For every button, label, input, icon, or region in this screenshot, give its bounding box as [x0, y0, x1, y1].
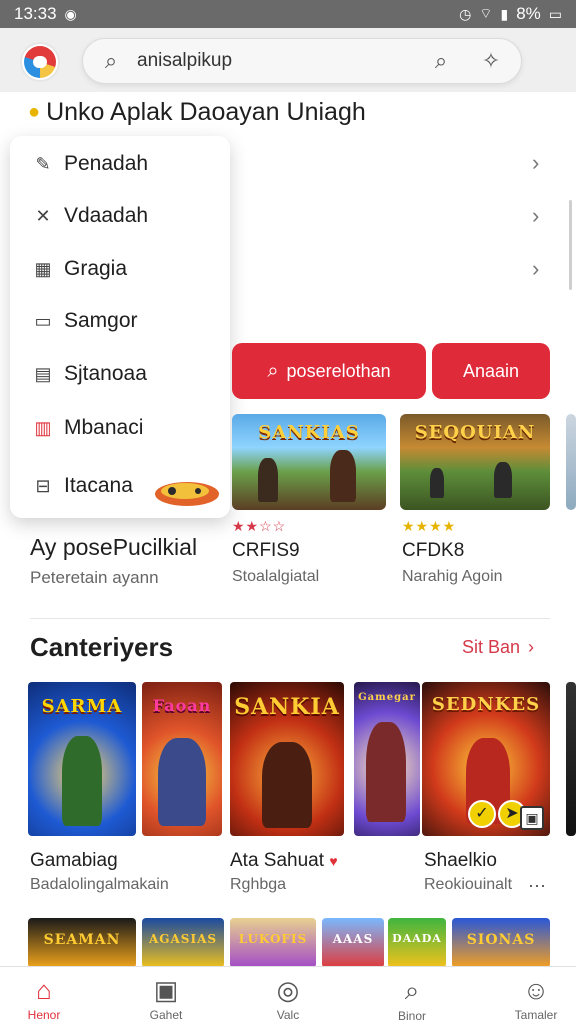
- notification-icon: ◉: [64, 5, 77, 22]
- search-input[interactable]: [125, 50, 407, 72]
- game-logo: Gamegar: [358, 692, 416, 703]
- featured-card-title: CRFIS9: [232, 540, 300, 561]
- featured-card-title: CFDK8: [402, 540, 465, 561]
- game-card[interactable]: SANKIA: [230, 682, 344, 836]
- game-logo: SANKIAS: [258, 422, 360, 443]
- nav-valc[interactable]: ◎ Valc: [240, 967, 336, 1024]
- game-logo: DAADA: [392, 932, 442, 945]
- chevron-right-icon[interactable]: ›: [532, 256, 539, 282]
- status-time: 13:33: [14, 4, 57, 23]
- alarm-icon: ◷: [459, 5, 472, 22]
- game-card[interactable]: AGASIAS: [142, 918, 224, 968]
- featured-card-subtitle: Narahig Agoin: [402, 568, 503, 585]
- game-card-subtitle: Badalolingalmakain: [30, 876, 169, 893]
- bag-icon: ⊟: [35, 475, 51, 496]
- game-card-subtitle: Reokiouinalt: [424, 876, 513, 893]
- see-all-link[interactable]: Sit Ban ›: [462, 637, 534, 658]
- tools-icon: ✕: [35, 205, 51, 226]
- game-card-title: Gamabiag: [30, 850, 118, 871]
- profile-icon: ☺: [522, 975, 550, 1005]
- game-card[interactable]: SEAMAN: [28, 918, 136, 968]
- section-divider: [30, 618, 550, 619]
- book-icon: ▥: [34, 417, 52, 438]
- game-card[interactable]: DAADA: [388, 918, 446, 968]
- game-card[interactable]: LUKOFIS: [230, 918, 316, 968]
- nav-tamaler[interactable]: ☺ Tamaler: [488, 967, 576, 1024]
- featured-card-thumb[interactable]: SANKIAS: [232, 414, 386, 510]
- primary-action-button[interactable]: ⌕ poserelothan: [232, 343, 426, 399]
- search-icon: ⌕: [104, 48, 118, 73]
- game-card[interactable]: AAAS: [322, 918, 384, 968]
- nav-gahet[interactable]: ▣ Gahet: [118, 967, 214, 1024]
- grid-icon: ▦: [34, 258, 52, 279]
- featured-main-subtitle: Peteretain ayann: [30, 568, 159, 587]
- bottom-navigation: ⌂ Henor ▣ Gahet ◎ Valc ⌕ Binor ☺ Tamaler: [0, 966, 576, 1024]
- chevron-right-icon: ›: [528, 637, 535, 657]
- game-controller-icon: [155, 482, 219, 506]
- game-card-title: Shaelkio: [424, 850, 497, 871]
- game-card-subtitle: Rghbga: [230, 876, 287, 893]
- nav-binor[interactable]: ⌕ Binor: [364, 967, 460, 1024]
- featured-card-subtitle: Stoalalgiatal: [232, 568, 320, 585]
- pencil-icon: ✎: [35, 153, 51, 174]
- calendar-icon: ▤: [34, 363, 52, 384]
- game-card[interactable]: Faoan: [142, 682, 222, 836]
- featured-card-thumb-partial[interactable]: [566, 414, 576, 510]
- heart-icon: ♥: [329, 853, 338, 869]
- secondary-action-button[interactable]: Anaain: [432, 343, 550, 399]
- menu-item-sjtanoaa[interactable]: ▤ Sjtanoaa: [10, 352, 230, 396]
- more-options-icon[interactable]: ⋯: [528, 876, 546, 897]
- battery-icon: ▭: [548, 5, 562, 22]
- menu-item-samgor[interactable]: ▭ Samgor: [10, 299, 230, 343]
- rating-stars: ★★☆☆: [232, 518, 287, 534]
- compass-icon: ◎: [276, 975, 300, 1005]
- search-bar[interactable]: ⌕ ⌕ ✧: [82, 38, 522, 84]
- game-card-partial[interactable]: [566, 682, 576, 836]
- game-logo: SEAMAN: [43, 932, 121, 948]
- game-card-title: Ata Sahuat ♥: [230, 850, 338, 871]
- menu-item-mbanaci[interactable]: ▥ Mbanaci: [10, 406, 230, 450]
- rating-stars: ★★★★: [402, 518, 457, 534]
- game-logo: AGASIAS: [148, 932, 218, 946]
- search-submit-icon[interactable]: ⌕: [425, 48, 457, 74]
- chevron-right-icon[interactable]: ›: [532, 203, 539, 229]
- scrollbar[interactable]: [569, 200, 572, 290]
- box-icon: ▣: [153, 975, 179, 1005]
- game-logo: SARMA: [41, 696, 123, 717]
- game-logo: SANKIA: [234, 694, 340, 720]
- menu-item-gragia[interactable]: ▦ Gragia: [10, 247, 230, 291]
- battery-percent: 8%: [516, 4, 541, 23]
- chevron-right-icon[interactable]: ›: [532, 150, 539, 176]
- wifi-icon: ⌔: [479, 5, 493, 21]
- image-icon: ▭: [34, 310, 52, 331]
- featured-main-title: Ay posePucilkial: [30, 534, 198, 560]
- game-card[interactable]: SARMA: [28, 682, 136, 836]
- section-heading: ● Unko Aplak Daoayan Uniagh: [28, 98, 366, 126]
- categories-title: Canteriyers: [30, 632, 174, 662]
- menu-item-vdaadah[interactable]: ✕ Vdaadah: [10, 194, 230, 238]
- game-logo: SIONAS: [466, 932, 536, 948]
- screenshot-icon: ▣: [520, 806, 544, 830]
- app-logo[interactable]: [20, 42, 60, 82]
- game-logo: LUKOFIS: [238, 932, 308, 946]
- featured-card-thumb[interactable]: SEQOUIAN: [400, 414, 550, 510]
- game-card[interactable]: SIONAS: [452, 918, 550, 968]
- game-card[interactable]: SEDNKES ✓ ➤ ▣: [422, 682, 550, 836]
- menu-item-penadah[interactable]: ✎ Penadah: [10, 142, 230, 186]
- game-logo: AAAS: [332, 932, 374, 946]
- game-logo: SEDNKES: [431, 694, 541, 715]
- home-icon: ⌂: [36, 975, 52, 1005]
- game-card[interactable]: Gamegar: [354, 682, 420, 836]
- game-logo: Faoan: [152, 696, 212, 715]
- badge-icon: ✓: [468, 800, 496, 828]
- search-icon: ⌕: [404, 975, 420, 1005]
- dropdown-menu: ✎ Penadah ✕ Vdaadah ▦ Gragia ▭ Samgor ▤ …: [10, 136, 230, 518]
- nav-home[interactable]: ⌂ Henor: [0, 967, 92, 1024]
- sparkle-icon[interactable]: ✧: [475, 48, 507, 74]
- lightbulb-icon: ●: [28, 101, 41, 123]
- game-logo: SEQOUIAN: [414, 422, 536, 443]
- signal-icon: ▮: [500, 5, 509, 22]
- status-bar: 13:33 ◉ ◷ ⌔ ▮ 8% ▭: [0, 0, 576, 28]
- search-icon: ⌕: [267, 359, 279, 382]
